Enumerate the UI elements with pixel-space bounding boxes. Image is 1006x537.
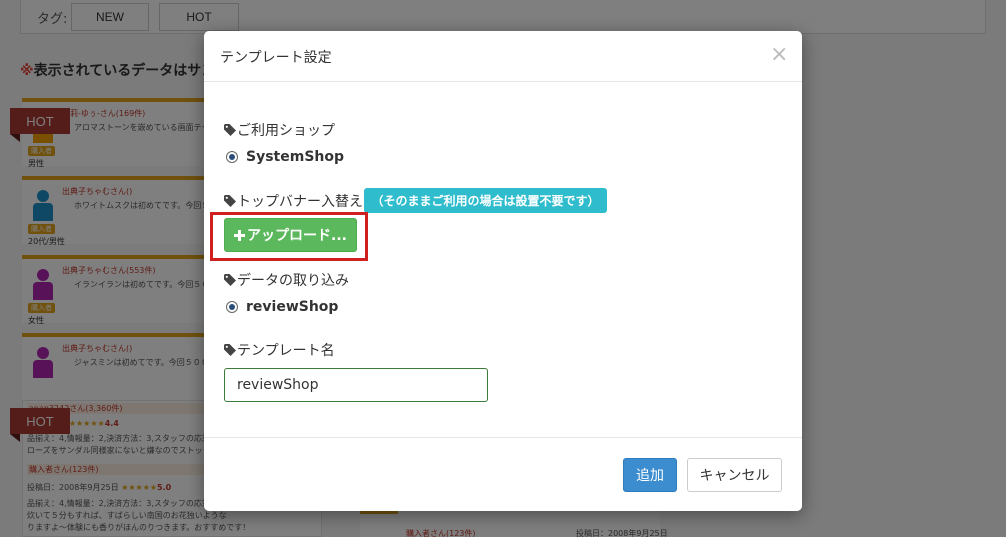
data-import-radio-label: reviewShop	[246, 299, 339, 315]
data-import-radio-option[interactable]: reviewShop	[226, 299, 338, 315]
banner-section-label: トップバナー入替え	[224, 191, 363, 211]
data-import-radio[interactable]	[226, 301, 238, 313]
template-name-input[interactable]: reviewShop	[224, 368, 488, 402]
upload-button-label: アップロード...	[247, 228, 347, 244]
template-name-label-text: テンプレート名	[237, 343, 335, 359]
shop-section-label: ご利用ショップ	[224, 120, 335, 140]
tag-icon	[224, 274, 236, 286]
shop-radio-option[interactable]: SystemShop	[226, 149, 344, 165]
tag-icon	[224, 195, 236, 207]
template-name-section-label: テンプレート名	[224, 340, 335, 360]
shop-radio-label: SystemShop	[246, 149, 345, 165]
shop-label-text: ご利用ショップ	[237, 123, 335, 139]
shop-radio[interactable]	[226, 151, 238, 163]
plus-icon	[234, 229, 246, 241]
dialog-title: テンプレート設定	[220, 50, 332, 66]
tag-icon	[224, 344, 236, 356]
dialog-footer: 追加 キャンセル	[204, 437, 802, 511]
cancel-button[interactable]: キャンセル	[687, 458, 782, 492]
data-import-section-label: データの取り込み	[224, 270, 349, 290]
data-import-label-text: データの取り込み	[237, 273, 349, 289]
add-button[interactable]: 追加	[623, 458, 677, 492]
upload-button[interactable]: アップロード...	[224, 218, 357, 252]
banner-label-text: トップバナー入替え	[237, 194, 363, 210]
close-icon[interactable]: ×	[770, 44, 788, 66]
dialog-header: テンプレート設定 ×	[204, 31, 802, 82]
template-settings-dialog: テンプレート設定 × ご利用ショップ SystemShop トップバナー入替え …	[204, 31, 802, 511]
tag-icon	[224, 124, 236, 136]
banner-note-badge: （そのままご利用の場合は設置不要です）	[364, 188, 607, 213]
